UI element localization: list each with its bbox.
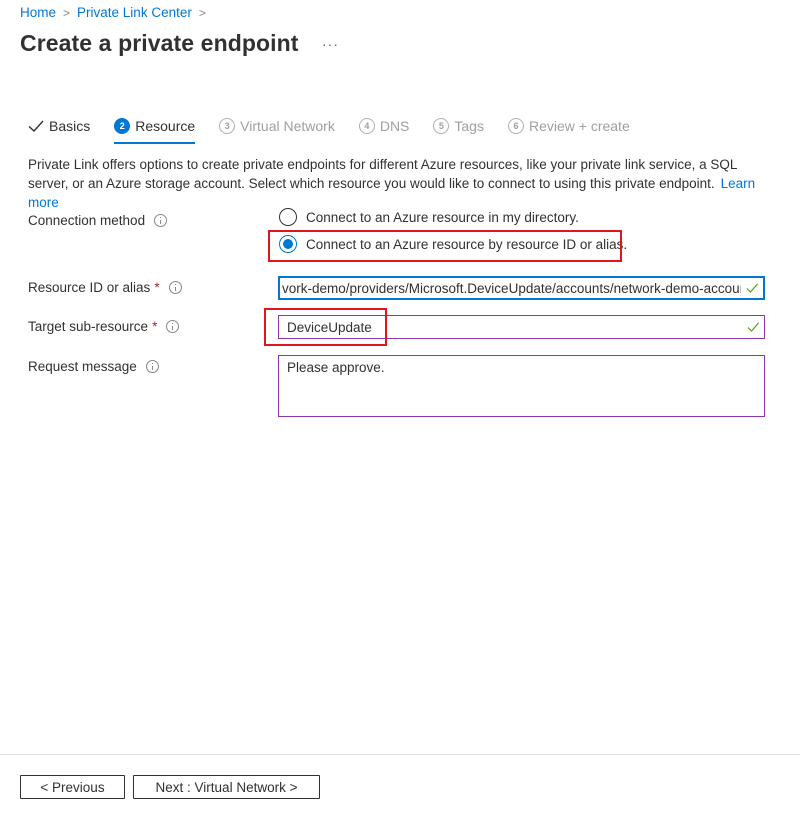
previous-button[interactable]: < Previous	[20, 775, 125, 799]
tab-label: Tags	[454, 118, 484, 134]
tab-label: Virtual Network	[240, 118, 335, 134]
tab-dns[interactable]: 4 DNS	[358, 114, 410, 138]
resource-id-input[interactable]: vork-demo/providers/Microsoft.DeviceUpda…	[278, 276, 765, 300]
radio-button-selected[interactable]	[279, 235, 297, 253]
label-text: Target sub-resource	[28, 319, 149, 334]
radio-label: Connect to an Azure resource by resource…	[306, 236, 628, 252]
tab-label: Review + create	[528, 118, 630, 134]
info-icon[interactable]	[154, 214, 168, 227]
tab-label: Resource	[135, 118, 196, 134]
tab-label: Basics	[49, 118, 91, 134]
checkmark-icon	[747, 322, 759, 332]
breadcrumb-private-link-center[interactable]: Private Link Center	[77, 5, 192, 20]
label-text: Request message	[28, 359, 137, 374]
page-title: Create a private endpoint	[20, 30, 299, 56]
info-icon[interactable]	[166, 320, 180, 333]
description-text: Private Link offers options to create pr…	[28, 157, 737, 191]
input-value: DeviceUpdate	[287, 319, 372, 335]
tab-resource[interactable]: 2 Resource	[114, 114, 196, 144]
radio-option-resource-id[interactable]: Connect to an Azure resource by resource…	[279, 235, 627, 253]
info-icon[interactable]	[145, 360, 159, 373]
connection-method-label: Connection method	[28, 213, 168, 228]
tab-virtual-network[interactable]: 3 Virtual Network	[219, 114, 335, 138]
more-options-button[interactable]: ···	[322, 36, 339, 52]
radio-option-directory[interactable]: Connect to an Azure resource in my direc…	[279, 208, 579, 226]
step-number-icon: 6	[507, 118, 524, 134]
tab-tags[interactable]: 5 Tags	[433, 114, 484, 138]
request-message-textarea[interactable]: Please approve.	[278, 355, 765, 417]
target-sub-resource-label: Target sub-resource *	[28, 319, 180, 334]
checkmark-icon	[746, 283, 758, 293]
description: Private Link offers options to create pr…	[28, 155, 778, 212]
chevron-right-icon: >	[198, 5, 206, 20]
tab-label: DNS	[379, 118, 410, 134]
required-marker: *	[154, 280, 160, 295]
chevron-right-icon: >	[63, 5, 71, 20]
breadcrumb: Home > Private Link Center >	[20, 5, 213, 20]
tab-review-create[interactable]: 6 Review + create	[507, 114, 630, 138]
request-message-label: Request message	[28, 359, 159, 374]
label-text: Resource ID or alias	[28, 280, 151, 295]
breadcrumb-home[interactable]: Home	[20, 5, 56, 20]
step-number-icon: 4	[358, 118, 375, 134]
radio-button[interactable]	[279, 208, 297, 226]
footer-divider	[0, 754, 800, 755]
next-virtual-network-button[interactable]: Next : Virtual Network >	[133, 775, 320, 799]
checkmark-icon	[28, 120, 44, 132]
target-sub-resource-input[interactable]: DeviceUpdate	[278, 315, 765, 339]
info-icon[interactable]	[168, 281, 182, 294]
step-number-icon: 3	[219, 118, 236, 134]
label-text: Connection method	[28, 213, 146, 228]
step-number-icon: 5	[433, 118, 450, 134]
resource-id-label: Resource ID or alias *	[28, 280, 182, 295]
wizard-tabs: Basics 2 Resource 3 Virtual Network 4 DN…	[27, 114, 654, 144]
step-number-icon: 2	[114, 118, 131, 134]
radio-label: Connect to an Azure resource in my direc…	[306, 209, 579, 225]
tab-basics[interactable]: Basics	[27, 114, 90, 138]
input-value: vork-demo/providers/Microsoft.DeviceUpda…	[282, 280, 741, 296]
required-marker: *	[152, 319, 158, 334]
